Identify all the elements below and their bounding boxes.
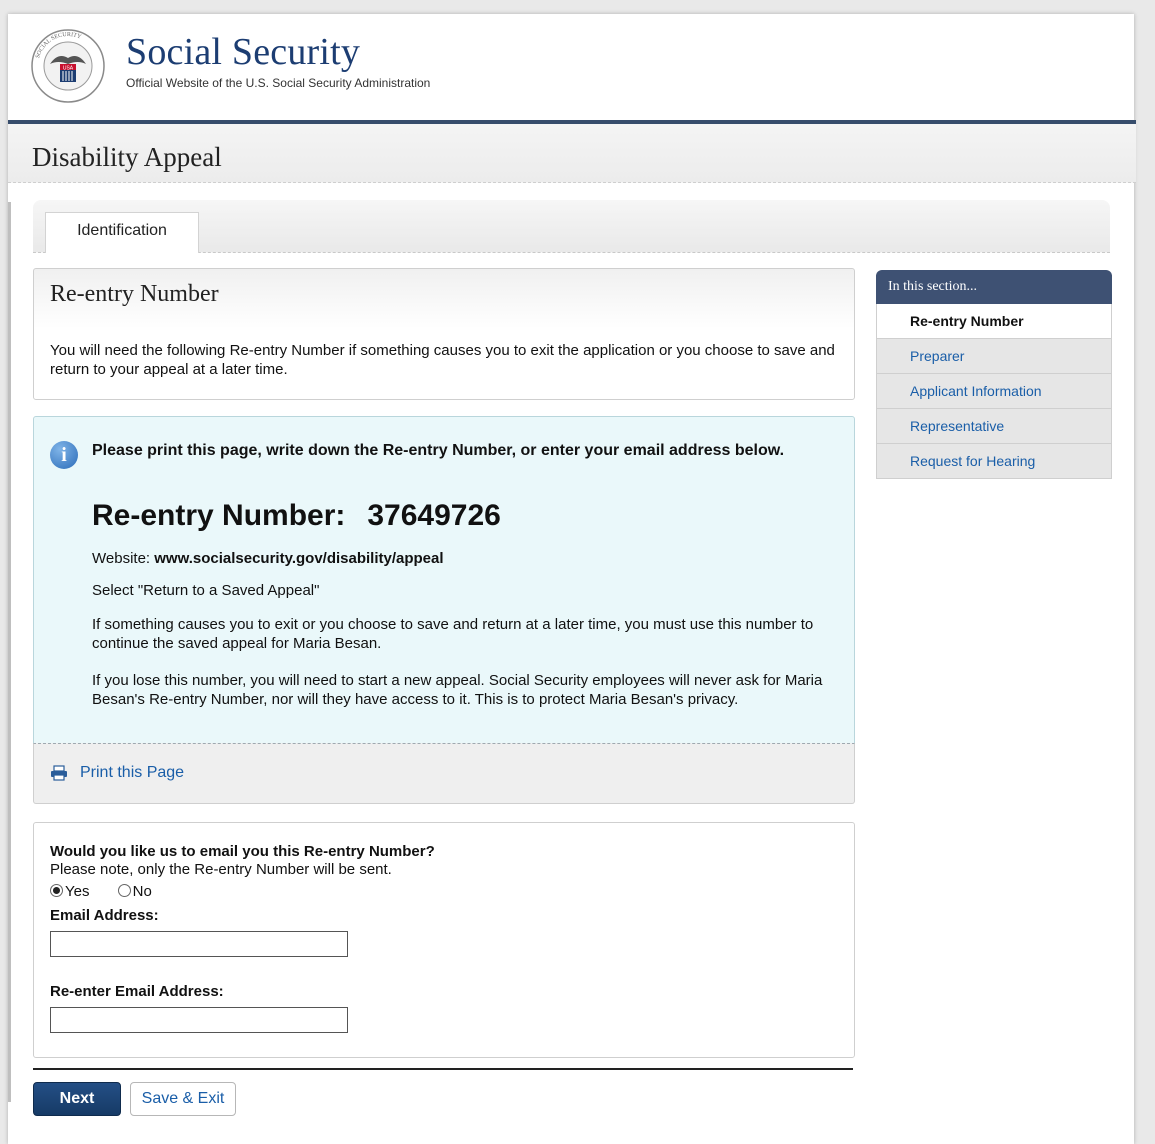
reentry-number-label: Re-entry Number: bbox=[92, 499, 346, 532]
sidebar-item-preparer[interactable]: Preparer bbox=[876, 339, 1112, 374]
email-section: Would you like us to email you this Re-e… bbox=[33, 822, 855, 1058]
email-address-label: Email Address: bbox=[50, 907, 159, 924]
radio-yes-label[interactable]: Yes bbox=[65, 883, 89, 900]
printer-icon[interactable] bbox=[50, 765, 68, 781]
sidebar-item-representative[interactable]: Representative bbox=[876, 409, 1112, 444]
site-header: USA SOCIAL SECURITY Social Security Offi… bbox=[8, 14, 1134, 120]
reentry-section-title: Re-entry Number bbox=[50, 281, 219, 307]
sidebar-heading: In this section... bbox=[876, 270, 1112, 304]
website-url: www.socialsecurity.gov/disability/appeal bbox=[154, 550, 444, 567]
info-icon: i bbox=[50, 441, 78, 469]
select-instruction: Select "Return to a Saved Appeal" bbox=[92, 582, 320, 599]
left-edge-rule bbox=[8, 202, 11, 1102]
browser-top-strip bbox=[0, 0, 1155, 8]
site-subtitle: Official Website of the U.S. Social Secu… bbox=[126, 76, 431, 90]
svg-text:USA: USA bbox=[63, 66, 74, 72]
tab-strip: Identification bbox=[33, 200, 1110, 253]
email-note: Please note, only the Re-entry Number wi… bbox=[50, 861, 392, 878]
email-question: Would you like us to email you this Re-e… bbox=[50, 843, 435, 860]
reenter-email-label: Re-enter Email Address: bbox=[50, 983, 224, 1000]
print-bar: Print this Page bbox=[33, 743, 855, 804]
radio-no-label[interactable]: No bbox=[133, 883, 152, 900]
website-label: Website: bbox=[92, 550, 151, 567]
save-exit-button[interactable]: Save & Exit bbox=[130, 1082, 236, 1116]
reentry-description: You will need the following Re-entry Num… bbox=[50, 342, 835, 378]
info-paragraph-1: If something causes you to exit or you c… bbox=[92, 616, 814, 652]
reentry-number-display: Re-entry Number: 37649726 bbox=[92, 499, 501, 533]
ssa-seal-logo[interactable]: USA SOCIAL SECURITY bbox=[30, 28, 106, 104]
footer-divider bbox=[33, 1068, 853, 1070]
print-page-link[interactable]: Print this Page bbox=[80, 764, 184, 782]
reentry-number-value: 37649726 bbox=[367, 499, 501, 532]
reenter-email-input[interactable] bbox=[50, 1007, 348, 1033]
sidebar-item-request-for-hearing[interactable]: Request for Hearing bbox=[876, 444, 1112, 479]
page-container: USA SOCIAL SECURITY Social Security Offi… bbox=[8, 14, 1136, 1144]
reentry-info-panel: i Please print this page, write down the… bbox=[33, 416, 855, 744]
section-sidebar: In this section... Re-entry Number Prepa… bbox=[876, 270, 1112, 479]
reentry-section: Re-entry Number You will need the follow… bbox=[33, 268, 855, 400]
radio-yes[interactable] bbox=[50, 884, 63, 897]
info-heading: Please print this page, write down the R… bbox=[92, 442, 785, 459]
tab-identification[interactable]: Identification bbox=[45, 212, 199, 253]
email-address-input[interactable] bbox=[50, 931, 348, 957]
sidebar-item-reentry-number[interactable]: Re-entry Number bbox=[876, 304, 1112, 339]
info-paragraph-2: If you lose this number, you will need t… bbox=[92, 672, 823, 708]
sidebar-item-applicant-information[interactable]: Applicant Information bbox=[876, 374, 1112, 409]
radio-no[interactable] bbox=[117, 884, 131, 897]
email-radio-group: Yes No bbox=[50, 883, 176, 900]
website-line: Website: www.socialsecurity.gov/disabili… bbox=[92, 549, 832, 568]
next-button[interactable]: Next bbox=[33, 1082, 121, 1116]
site-title[interactable]: Social Security bbox=[126, 30, 360, 74]
page-title-band: Disability Appeal bbox=[8, 124, 1136, 183]
page-title: Disability Appeal bbox=[32, 142, 222, 172]
